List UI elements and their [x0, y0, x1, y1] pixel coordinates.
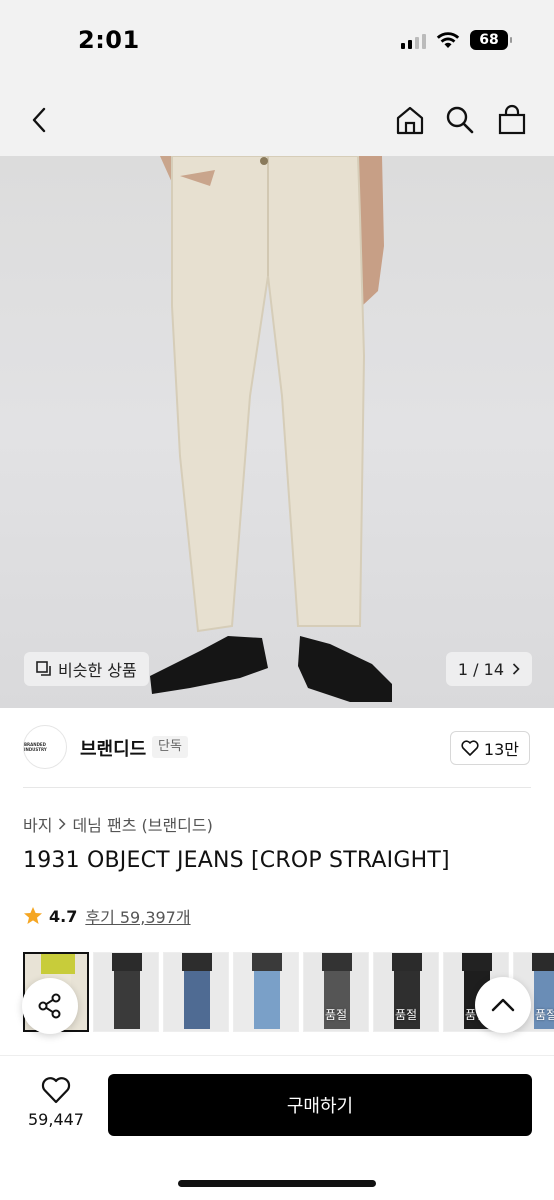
color-thumbnails: 품절 품절 품절 품절 [23, 952, 554, 1032]
similar-products-label: 비슷한 상품 [58, 661, 137, 680]
product-image-gallery[interactable]: 비슷한 상품 1 / 14 [0, 156, 554, 708]
cart-button[interactable] [490, 98, 534, 142]
product-photo [150, 156, 392, 702]
home-icon [396, 106, 424, 135]
chevron-right-icon [59, 818, 67, 830]
chevron-left-icon [32, 107, 46, 133]
status-bar: 2:01 68 [0, 0, 554, 84]
breadcrumb: 바지 데님 팬츠 (브랜디드) [23, 812, 213, 836]
brand-name[interactable]: 브랜디드 [80, 735, 146, 761]
wishlist-button[interactable]: 59,447 [24, 1076, 88, 1129]
heart-icon [41, 1077, 71, 1104]
status-icons: 68 [401, 30, 512, 50]
back-button[interactable] [18, 98, 62, 142]
star-icon [24, 907, 42, 924]
copy-icon [36, 661, 51, 676]
product-title: 1931 OBJECT JEANS [CROP STRAIGHT] [23, 848, 450, 873]
brand-row: BRANDED INDUSTRY 브랜디드 단독 13만 [0, 708, 554, 788]
rating-value: 4.7 [49, 906, 78, 926]
image-counter[interactable]: 1 / 14 [445, 652, 532, 686]
brand-logo[interactable]: BRANDED INDUSTRY [23, 725, 67, 769]
breadcrumb-subcategory[interactable]: 데님 팬츠 (브랜디드) [72, 812, 212, 836]
share-icon [38, 993, 61, 1019]
top-nav-bar [0, 84, 554, 156]
bottom-action-bar: 59,447 구매하기 [0, 1055, 554, 1200]
brand-logo-text: BRANDED INDUSTRY [24, 742, 47, 752]
buy-button[interactable]: 구매하기 [108, 1074, 532, 1136]
search-button[interactable] [438, 98, 482, 142]
battery-indicator: 68 [470, 30, 512, 50]
search-icon [446, 106, 474, 134]
breadcrumb-category[interactable]: 바지 [23, 812, 52, 836]
color-thumbnail-5[interactable]: 품절 [303, 952, 369, 1032]
scroll-top-button[interactable] [475, 977, 531, 1033]
divider [23, 787, 531, 788]
color-thumbnail-4[interactable] [233, 952, 299, 1032]
color-thumbnail-3[interactable] [163, 952, 229, 1032]
chevron-up-icon [491, 998, 515, 1012]
wishlist-count: 59,447 [28, 1110, 84, 1129]
brand-like-count: 13만 [483, 740, 519, 759]
brand-like-button[interactable]: 13만 [449, 731, 530, 765]
image-counter-label: 1 / 14 [457, 659, 504, 679]
wifi-icon [436, 32, 460, 48]
home-indicator [178, 1180, 376, 1187]
similar-products-button[interactable]: 비슷한 상품 [24, 652, 149, 686]
cellular-signal-icon [401, 31, 426, 49]
shopping-bag-icon [498, 104, 526, 135]
color-thumbnail-6[interactable]: 품절 [373, 952, 439, 1032]
share-button[interactable] [22, 978, 78, 1034]
rating-row: 4.7 후기 59,397개 [23, 904, 191, 928]
exclusive-badge: 단독 [152, 736, 188, 758]
soldout-label: 품절 [394, 1008, 418, 1022]
home-button[interactable] [388, 98, 432, 142]
chevron-right-icon [512, 663, 520, 675]
soldout-label: 품절 [324, 1008, 348, 1022]
heart-icon [461, 740, 479, 756]
reviews-link[interactable]: 후기 59,397개 [85, 904, 190, 928]
color-thumbnail-2[interactable] [93, 952, 159, 1032]
status-time: 2:01 [78, 26, 140, 54]
